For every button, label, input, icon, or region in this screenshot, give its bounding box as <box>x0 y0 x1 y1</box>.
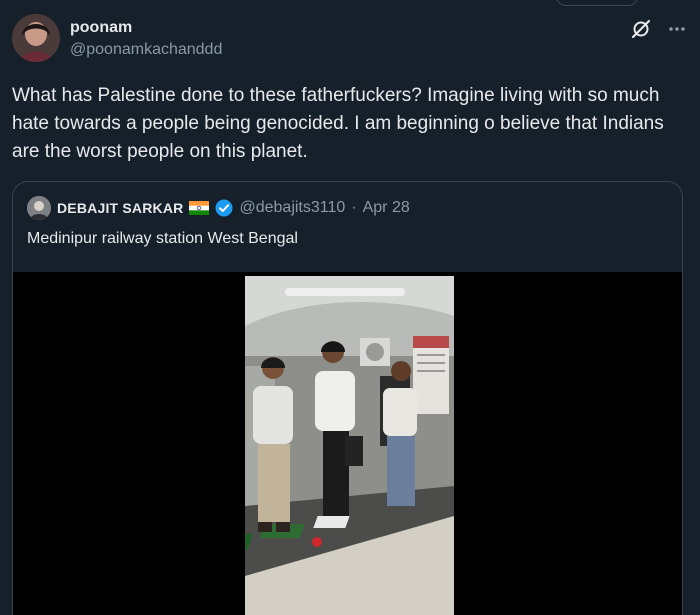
author-display-name[interactable]: poonam <box>70 18 222 38</box>
india-flag-icon <box>189 201 210 215</box>
more-options-icon[interactable] <box>666 18 688 40</box>
tweet-actions <box>630 18 688 40</box>
verified-badge-icon <box>215 199 233 217</box>
top-button-remnant[interactable] <box>556 0 638 6</box>
quoted-author-avatar[interactable] <box>27 196 51 220</box>
quoted-tweet-header: DEBAJIT SARKAR @debajits3110 · Apr 28 <box>27 196 410 220</box>
author-avatar[interactable] <box>12 14 60 62</box>
quoted-tweet-date[interactable]: Apr 28 <box>363 199 410 217</box>
quoted-tweet[interactable]: DEBAJIT SARKAR @debajits3110 · Apr 28 Me… <box>12 181 683 615</box>
author-handle[interactable]: @poonamkachanddd <box>70 40 222 60</box>
quoted-tweet-text: Medinipur railway station West Bengal <box>27 230 298 247</box>
tweet-header: poonam @poonamkachanddd <box>12 12 688 64</box>
tweet-page: poonam @poonamkachanddd What has Palesti… <box>0 0 700 615</box>
quoted-media <box>13 272 682 615</box>
quoted-author-name[interactable]: DEBAJIT SARKAR <box>57 200 183 216</box>
quoted-author-handle: @debajits3110 <box>239 199 346 216</box>
video-thumbnail[interactable] <box>245 276 454 615</box>
grok-icon[interactable] <box>630 18 652 40</box>
tweet-text: What has Palestine done to these fatherf… <box>12 85 664 162</box>
separator-dot: · <box>351 199 357 216</box>
author-info: poonam @poonamkachanddd <box>70 18 222 60</box>
